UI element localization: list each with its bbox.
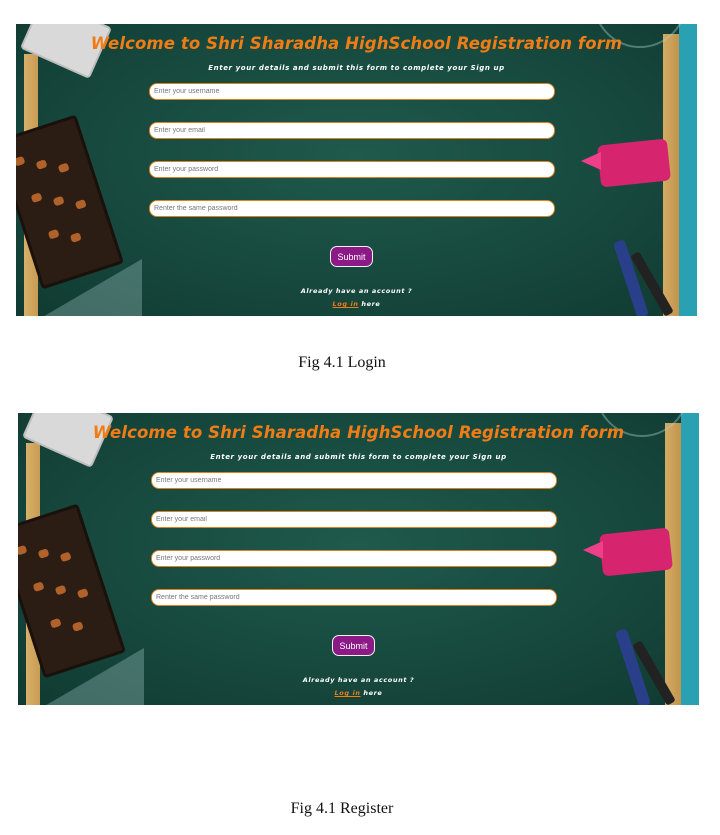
form-title: Welcome to Shri Sharadha HighSchool Regi… xyxy=(90,34,623,53)
form-title: Welcome to Shri Sharadha HighSchool Regi… xyxy=(92,423,625,442)
marker-image xyxy=(598,527,674,577)
username-input[interactable] xyxy=(149,83,555,100)
already-account-text: Already have an account ? xyxy=(300,287,413,295)
marker-tip-image xyxy=(581,152,601,170)
password-input[interactable] xyxy=(151,550,557,567)
caption-login: Fig 4.1 Login xyxy=(298,354,386,371)
here-text: here xyxy=(360,689,383,697)
marker-image xyxy=(596,138,672,188)
login-line: Log in here xyxy=(16,300,697,308)
caption-register: Fig 4.1 Register xyxy=(290,800,394,817)
here-text: here xyxy=(358,300,381,308)
login-link[interactable]: Log in xyxy=(333,300,359,308)
screenshot-register: Welcome to Shri Sharadha HighSchool Regi… xyxy=(18,413,699,705)
confirm-password-input[interactable] xyxy=(149,200,555,217)
login-link[interactable]: Log in xyxy=(335,689,361,697)
confirm-password-input[interactable] xyxy=(151,589,557,606)
email-input[interactable] xyxy=(151,511,557,528)
marker-tip-image xyxy=(583,541,603,559)
screenshot-login: Welcome to Shri Sharadha HighSchool Regi… xyxy=(16,24,697,316)
submit-button[interactable]: Submit xyxy=(332,635,375,656)
submit-button[interactable]: Submit xyxy=(330,246,373,267)
already-account-text: Already have an account ? xyxy=(302,676,415,684)
password-input[interactable] xyxy=(149,161,555,178)
username-input[interactable] xyxy=(151,472,557,489)
email-input[interactable] xyxy=(149,122,555,139)
form-subtitle: Enter your details and submit this form … xyxy=(208,64,505,72)
login-line: Log in here xyxy=(18,689,699,697)
form-subtitle: Enter your details and submit this form … xyxy=(210,453,507,461)
